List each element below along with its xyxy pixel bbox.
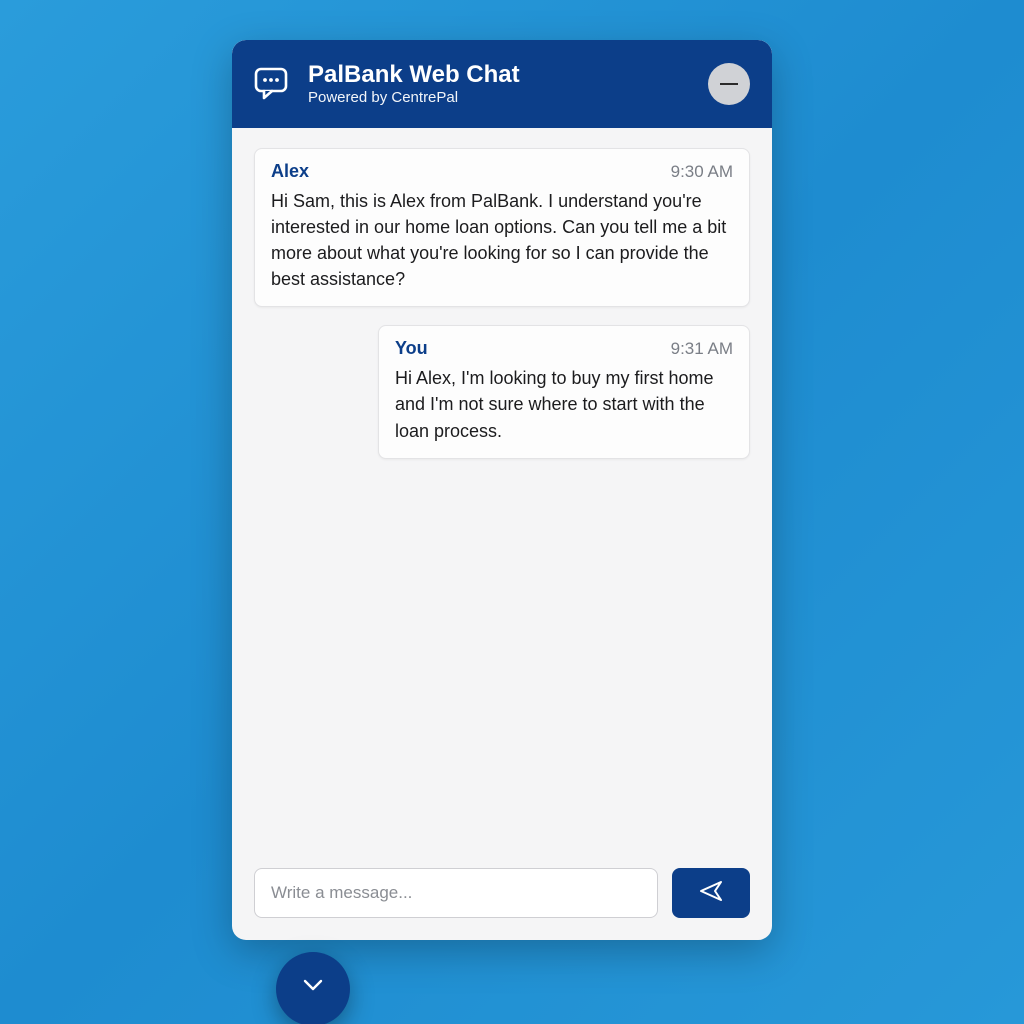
chat-header-text: PalBank Web Chat Powered by CentrePal <box>308 61 692 108</box>
message-list[interactable]: Alex 9:30 AM Hi Sam, this is Alex from P… <box>232 128 772 852</box>
message-header: You 9:31 AM <box>395 338 733 359</box>
message-timestamp: 9:30 AM <box>671 162 733 182</box>
chevron-down-icon <box>300 972 326 1003</box>
chat-bubble-icon <box>254 67 292 101</box>
message-bubble: Alex 9:30 AM Hi Sam, this is Alex from P… <box>254 148 750 307</box>
chat-title: PalBank Web Chat <box>308 61 692 89</box>
message-sender: You <box>395 338 428 359</box>
collapse-fab[interactable] <box>276 952 350 1024</box>
message-bubble: You 9:31 AM Hi Alex, I'm looking to buy … <box>378 325 750 458</box>
chat-subtitle: Powered by CentrePal <box>308 89 692 107</box>
message-body: Hi Alex, I'm looking to buy my first hom… <box>395 365 733 443</box>
send-button[interactable] <box>672 868 750 918</box>
chat-header: PalBank Web Chat Powered by CentrePal <box>232 40 772 128</box>
message-timestamp: 9:31 AM <box>671 339 733 359</box>
message-body: Hi Sam, this is Alex from PalBank. I und… <box>271 188 733 292</box>
composer <box>232 852 772 940</box>
minimize-button[interactable] <box>708 63 750 105</box>
send-icon <box>698 878 724 909</box>
message-sender: Alex <box>271 161 309 182</box>
message-header: Alex 9:30 AM <box>271 161 733 182</box>
chat-window: PalBank Web Chat Powered by CentrePal Al… <box>232 40 772 940</box>
minus-icon <box>720 83 738 85</box>
message-input[interactable] <box>254 868 658 918</box>
